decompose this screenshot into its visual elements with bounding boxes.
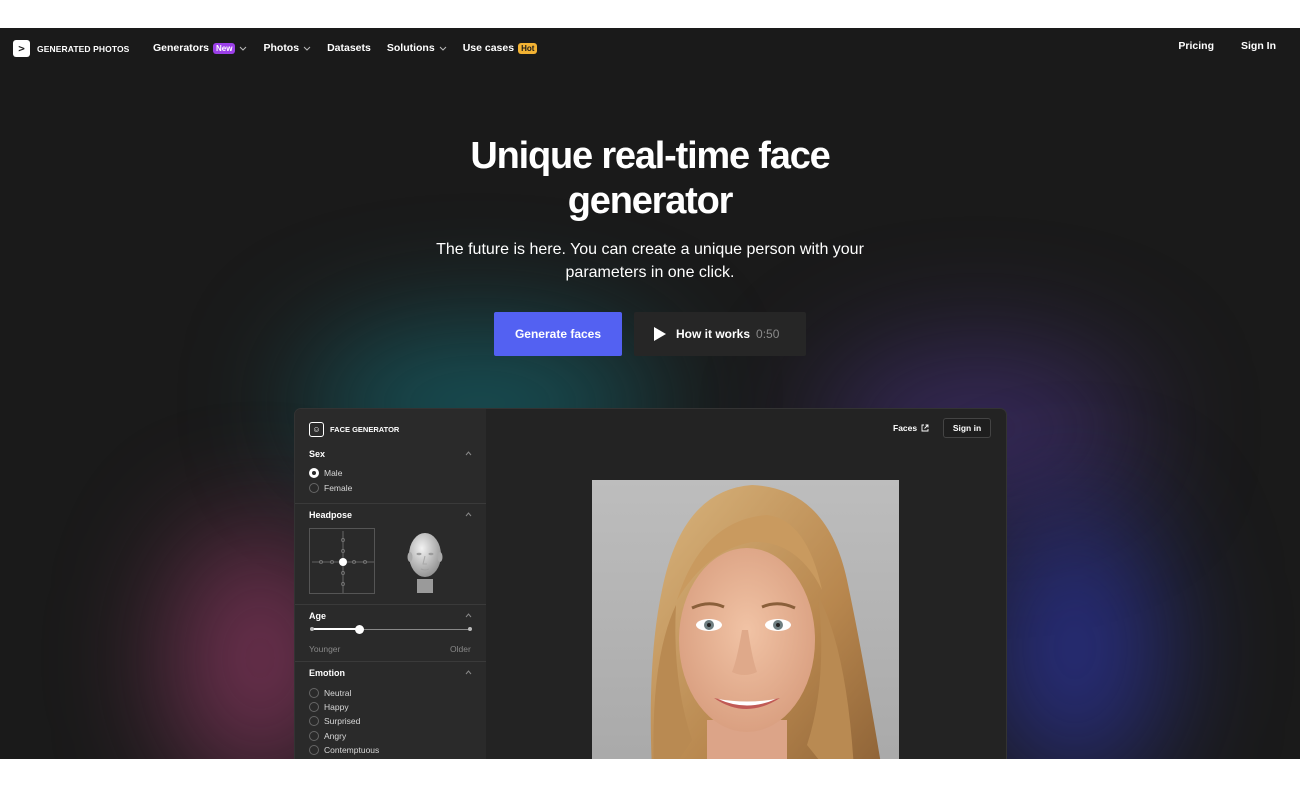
emotion-section-title: Emotion	[309, 668, 345, 678]
main-menu: Generators New Photos Datasets Solutions…	[153, 40, 553, 56]
play-icon	[654, 327, 666, 341]
face-generator-logo[interactable]: ☺ FACE GENERATOR	[309, 422, 399, 437]
hero-title: Unique real-time face generator	[470, 135, 830, 222]
menu-generators-label: Generators	[153, 42, 210, 54]
headpose-grid	[312, 531, 374, 593]
menu-datasets-label: Datasets	[327, 42, 371, 54]
divider	[295, 503, 486, 504]
age-slider-min-dot	[310, 627, 314, 631]
app-sign-in-button[interactable]: Sign in	[943, 418, 991, 438]
generator-sidebar: ☺ FACE GENERATOR Sex Male Female Headpos…	[295, 409, 486, 759]
new-badge: New	[213, 42, 236, 54]
top-nav: > GENERATED PHOTOS Generators New Photos…	[0, 28, 1300, 68]
sex-option-male[interactable]: Male	[309, 468, 342, 478]
site-logo[interactable]: > GENERATED PHOTOS	[13, 40, 129, 57]
radio-button[interactable]	[309, 716, 319, 726]
face-portrait	[592, 480, 899, 759]
age-slider-max-dot	[468, 627, 472, 631]
radio-button[interactable]	[309, 731, 319, 741]
generated-face-image	[592, 480, 899, 759]
radio-label: Surprised	[324, 716, 361, 726]
blue-glow	[990, 508, 1160, 759]
faces-link[interactable]: Faces	[893, 423, 929, 433]
sex-option-female[interactable]: Female	[309, 483, 352, 493]
headpose-section-title: Headpose	[309, 510, 353, 520]
menu-use-cases-label: Use cases	[462, 42, 515, 54]
menu-solutions[interactable]: Solutions	[387, 42, 447, 54]
video-duration: 0:50	[756, 327, 780, 341]
age-section-title: Age	[309, 611, 327, 621]
radio-label: Angry	[324, 731, 347, 741]
smiley-icon: ☺	[309, 422, 324, 437]
emotion-option-surprised[interactable]: Surprised	[309, 716, 360, 726]
radio-label: Female	[324, 483, 353, 493]
logo-icon: >	[13, 40, 30, 57]
age-slider-thumb[interactable]	[354, 625, 364, 634]
chevron-down-icon	[303, 46, 311, 51]
chevron-up-icon[interactable]	[465, 612, 472, 619]
hero-subtitle: The future is here. You can create a uni…	[436, 241, 864, 281]
nav-right: Pricing Sign In	[1151, 40, 1276, 52]
radio-button[interactable]	[309, 483, 319, 493]
menu-use-cases[interactable]: Use cases Hot	[463, 42, 538, 54]
sign-in-link[interactable]: Sign In	[1241, 40, 1276, 52]
chevron-up-icon[interactable]	[465, 669, 472, 676]
radio-label: Happy	[324, 702, 349, 712]
hot-badge: Hot	[518, 42, 538, 54]
divider	[295, 661, 486, 662]
radio-label: Neutral	[324, 688, 352, 698]
menu-generators[interactable]: Generators New	[153, 42, 247, 54]
how-it-works-label: How it works	[676, 327, 751, 341]
logo-text: GENERATED PHOTOS	[37, 43, 130, 54]
chevron-down-icon	[439, 46, 447, 51]
emotion-option-neutral[interactable]: Neutral	[309, 688, 351, 698]
chevron-up-icon[interactable]	[465, 450, 472, 457]
external-link-icon	[921, 424, 929, 432]
head-model-icon	[407, 533, 443, 593]
chevron-up-icon[interactable]	[465, 511, 472, 518]
radio-button[interactable]	[309, 745, 319, 755]
how-it-works-button[interactable]: How it works 0:50	[634, 312, 806, 356]
pricing-link[interactable]: Pricing	[1178, 40, 1214, 52]
sex-section-title: Sex	[309, 449, 326, 459]
emotion-option-angry[interactable]: Angry	[309, 731, 346, 741]
radio-label: Male	[324, 468, 343, 478]
menu-photos-label: Photos	[263, 42, 300, 54]
age-slider-fill	[311, 628, 359, 630]
radio-button[interactable]	[309, 688, 319, 698]
radio-button[interactable]	[309, 702, 319, 712]
headpose-pad[interactable]	[309, 528, 375, 594]
divider	[295, 604, 486, 605]
chevron-down-icon	[240, 46, 247, 51]
radio-label: Contemptuous	[324, 745, 380, 755]
face-generator-app: ☺ FACE GENERATOR Sex Male Female Headpos…	[295, 409, 1006, 759]
age-max-label: Older	[450, 644, 471, 654]
faces-link-label: Faces	[893, 423, 918, 433]
menu-datasets[interactable]: Datasets	[327, 42, 371, 54]
emotion-option-contemptuous[interactable]: Contemptuous	[309, 745, 379, 755]
menu-photos[interactable]: Photos	[263, 42, 311, 54]
radio-button[interactable]	[309, 468, 319, 478]
emotion-option-happy[interactable]: Happy	[309, 702, 349, 712]
menu-solutions-label: Solutions	[386, 42, 435, 54]
generate-faces-button[interactable]: Generate faces	[494, 312, 622, 356]
age-min-label: Younger	[309, 644, 341, 654]
page: > GENERATED PHOTOS Generators New Photos…	[0, 28, 1300, 759]
face-generator-title: FACE GENERATOR	[330, 425, 400, 434]
